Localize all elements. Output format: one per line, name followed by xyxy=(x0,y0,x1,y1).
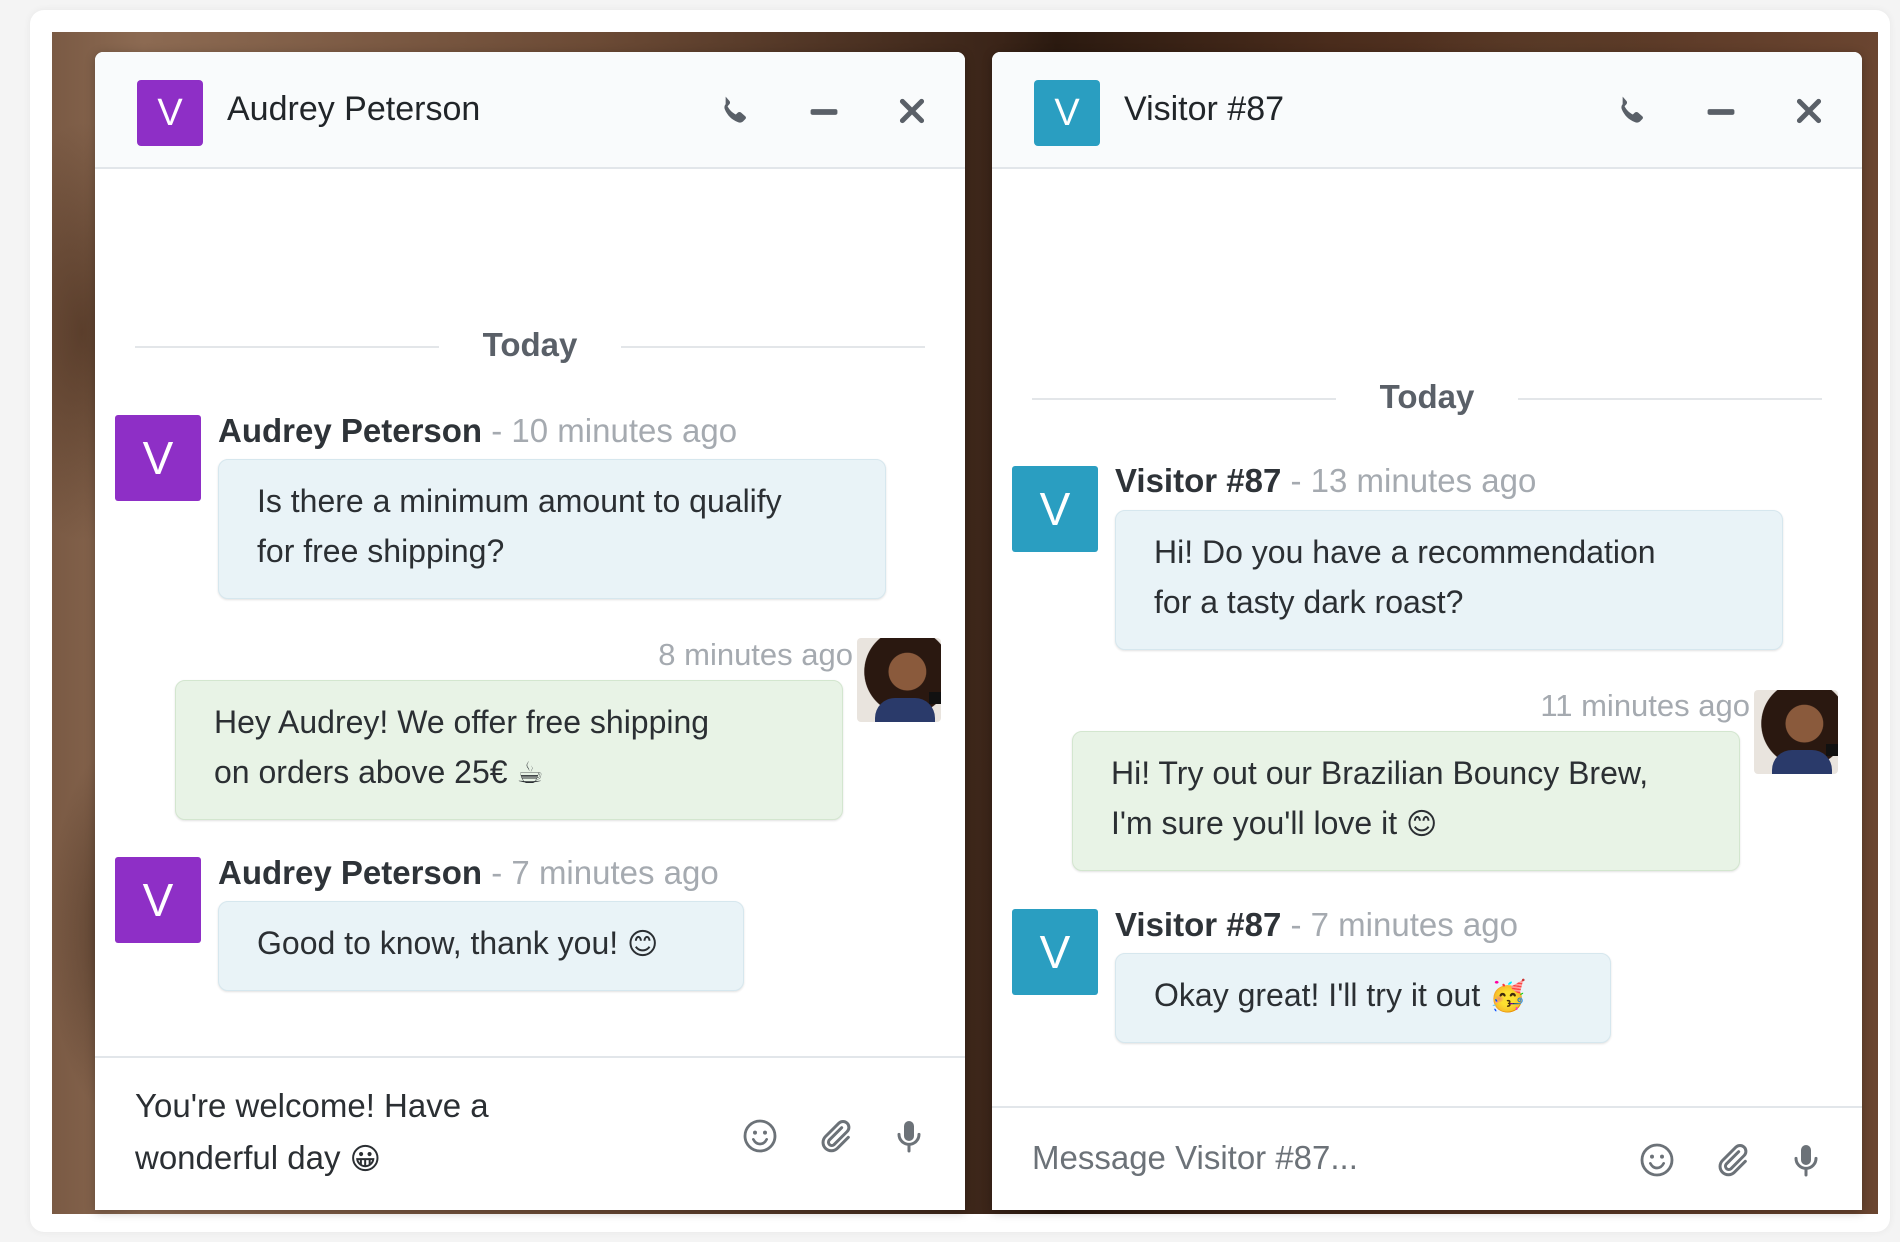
visitor-avatar: V xyxy=(1012,466,1098,552)
message-time: - 7 minutes ago xyxy=(1290,906,1518,943)
header-avatar: V xyxy=(1034,80,1100,146)
message-line: for free shipping? xyxy=(257,533,505,569)
emoji-button[interactable] xyxy=(1637,1140,1677,1180)
chat-title[interactable]: Audrey Peterson xyxy=(227,90,480,129)
status-indicator xyxy=(1826,744,1838,756)
message-time: 11 minutes ago xyxy=(1540,688,1750,723)
chat-window-audrey: V Audrey Peterson Today V Audrey Peterso… xyxy=(95,52,965,1210)
message-line: Hey Audrey! We offer free shipping xyxy=(214,704,710,740)
emoji-icon xyxy=(1640,1143,1674,1177)
message-line: Is there a minimum amount to qualify xyxy=(257,483,782,519)
message-bubble: Hey Audrey! We offer free shipping on or… xyxy=(175,680,843,820)
call-button[interactable] xyxy=(713,88,759,134)
author-name: Audrey Peterson xyxy=(218,854,483,891)
header-avatar: V xyxy=(137,80,203,146)
message-author: Audrey Peterson - 10 minutes ago xyxy=(218,412,737,450)
attach-button[interactable] xyxy=(815,1116,855,1156)
microphone-icon xyxy=(897,1121,921,1153)
party-emoji-icon: 🥳 xyxy=(1489,979,1527,1014)
message-author: Visitor #87 - 7 minutes ago xyxy=(1115,906,1518,944)
chat-window-visitor: V Visitor #87 Today V Visitor #87 - 13 m… xyxy=(992,52,1862,1210)
message-line: Hi! Try out our Brazilian Bouncy Brew, xyxy=(1111,755,1649,791)
message-composer xyxy=(992,1106,1862,1210)
message-bubble: Good to know, thank you! 😊 xyxy=(218,901,744,991)
minimize-icon xyxy=(1707,109,1735,115)
attach-button[interactable] xyxy=(1712,1140,1752,1180)
draft-line: wonderful day xyxy=(135,1139,341,1176)
phone-icon xyxy=(1621,96,1643,123)
minimize-icon xyxy=(810,109,838,115)
chat-header: V Audrey Peterson xyxy=(95,52,965,169)
author-name: Visitor #87 xyxy=(1115,906,1282,943)
message-composer[interactable]: You're welcome! Have a wonderful day 😀 xyxy=(95,1056,965,1210)
message-line: I'm sure you'll love it xyxy=(1111,805,1398,841)
call-button[interactable] xyxy=(1610,88,1656,134)
emoji-button[interactable] xyxy=(740,1116,780,1156)
status-indicator xyxy=(929,692,941,704)
voice-button[interactable] xyxy=(889,1116,929,1156)
emoji-icon xyxy=(743,1119,777,1153)
message-bubble: Hi! Do you have a recommendation for a t… xyxy=(1115,510,1783,650)
visitor-avatar: V xyxy=(115,415,201,501)
message-time: - 10 minutes ago xyxy=(491,412,738,449)
message-time: 8 minutes ago xyxy=(658,637,853,672)
message-time: - 7 minutes ago xyxy=(491,854,719,891)
message-line: Good to know, thank you! xyxy=(257,925,619,961)
message-line: on orders above 25€ xyxy=(214,754,508,790)
day-label: Today xyxy=(1379,378,1475,415)
day-separator: Today xyxy=(135,326,925,366)
smile-emoji-icon: 😊 xyxy=(627,927,659,962)
author-name: Audrey Peterson xyxy=(218,412,483,449)
paperclip-icon xyxy=(1718,1144,1748,1177)
composer-text[interactable]: You're welcome! Have a wonderful day 😀 xyxy=(135,1080,489,1186)
day-label: Today xyxy=(482,326,578,363)
minimize-button[interactable] xyxy=(1698,88,1744,134)
message-line: Hi! Do you have a recommendation xyxy=(1154,534,1656,570)
message-bubble: Okay great! I'll try it out 🥳 xyxy=(1115,953,1611,1043)
message-author: Visitor #87 - 13 minutes ago xyxy=(1115,462,1536,500)
grin-emoji-icon: 😀 xyxy=(349,1142,381,1177)
author-name: Visitor #87 xyxy=(1115,462,1282,499)
voice-button[interactable] xyxy=(1786,1140,1826,1180)
message-line: for a tasty dark roast? xyxy=(1154,584,1464,620)
visitor-avatar: V xyxy=(1012,909,1098,995)
paperclip-icon xyxy=(821,1120,851,1153)
microphone-icon xyxy=(1794,1145,1818,1177)
phone-icon xyxy=(724,96,746,123)
message-bubble: Hi! Try out our Brazilian Bouncy Brew, I… xyxy=(1072,731,1740,871)
chat-header: V Visitor #87 xyxy=(992,52,1862,169)
close-icon xyxy=(1796,98,1822,124)
message-input[interactable] xyxy=(1032,1136,1592,1180)
smile-emoji-icon: 😊 xyxy=(1405,807,1438,842)
chat-title[interactable]: Visitor #87 xyxy=(1124,90,1284,129)
message-line: Okay great! I'll try it out xyxy=(1154,977,1481,1013)
draft-line: You're welcome! Have a xyxy=(135,1087,489,1124)
message-author: Audrey Peterson - 7 minutes ago xyxy=(218,854,719,892)
message-time: - 13 minutes ago xyxy=(1290,462,1537,499)
close-icon xyxy=(899,98,925,124)
close-button[interactable] xyxy=(1786,88,1832,134)
agent-avatar xyxy=(857,638,941,722)
message-bubble: Is there a minimum amount to qualify for… xyxy=(218,459,886,599)
day-separator: Today xyxy=(1032,378,1822,418)
visitor-avatar: V xyxy=(115,857,201,943)
minimize-button[interactable] xyxy=(801,88,847,134)
close-button[interactable] xyxy=(889,88,935,134)
agent-avatar xyxy=(1754,690,1838,774)
coffee-emoji-icon: ☕ xyxy=(516,756,544,791)
